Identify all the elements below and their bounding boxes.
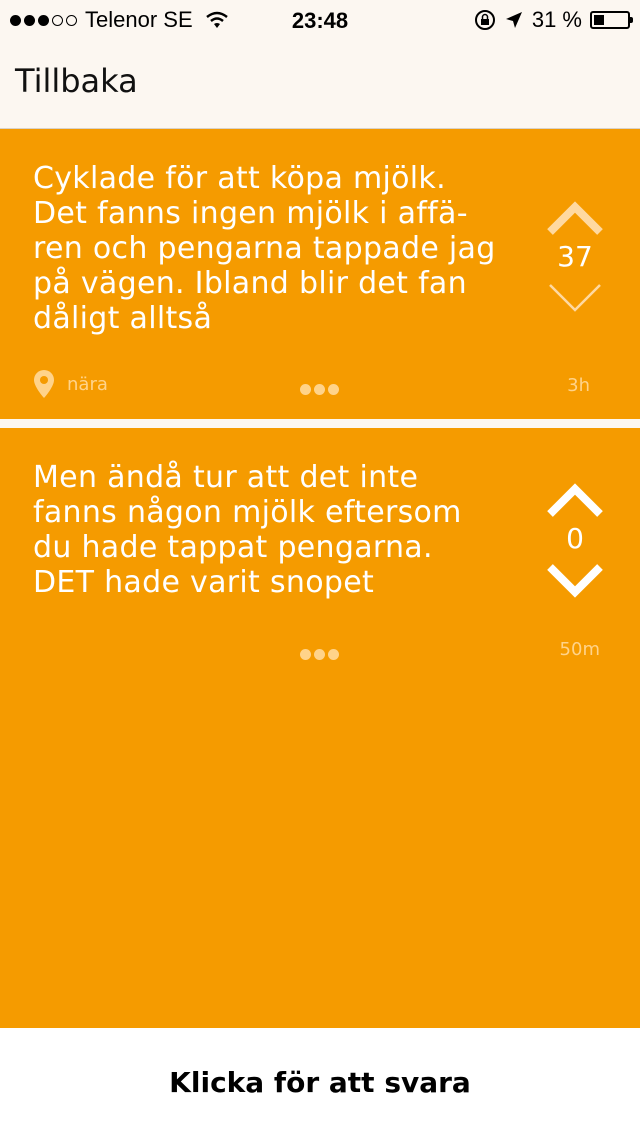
post-location: nära (33, 369, 108, 399)
location-arrow-icon (505, 12, 522, 28)
battery-fill (594, 15, 604, 25)
reply-button[interactable]: Klicka för att svara (0, 1028, 640, 1136)
status-right: 31 % (474, 7, 633, 33)
vote-controls: 0 (545, 483, 605, 599)
vote-count: 37 (557, 240, 593, 273)
location-pin-icon (34, 370, 54, 398)
status-bar: Telenor SE 23:48 31 % (0, 0, 640, 40)
reply-item: Men ändå tur att det inte fanns någon mj… (0, 428, 640, 1028)
reply-text: Men ändå tur att det inte fanns någon mj… (33, 460, 462, 600)
location-label: nära (67, 373, 108, 395)
reply-age: 50m (559, 639, 600, 660)
post-divider (0, 419, 640, 428)
navigation-bar: Tillbaka (0, 40, 640, 129)
upvote-icon[interactable] (546, 483, 604, 519)
upvote-icon[interactable] (546, 201, 604, 237)
more-options-icon[interactable] (300, 649, 339, 660)
original-post: Cyklade för att köpa mjölk. Det fanns in… (0, 129, 640, 419)
post-text: Cyklade för att köpa mjölk. Det fanns in… (33, 161, 496, 336)
post-age: 3h (567, 375, 590, 396)
vote-controls: 37 (545, 201, 605, 317)
downvote-icon[interactable] (546, 559, 604, 599)
battery-icon (590, 11, 633, 29)
rotation-lock-icon (474, 10, 495, 30)
battery-percent: 31 % (531, 7, 582, 32)
more-options-icon[interactable] (300, 384, 339, 395)
back-button[interactable]: Tillbaka (15, 62, 138, 100)
vote-count: 0 (566, 522, 584, 555)
downvote-icon[interactable] (546, 277, 604, 317)
